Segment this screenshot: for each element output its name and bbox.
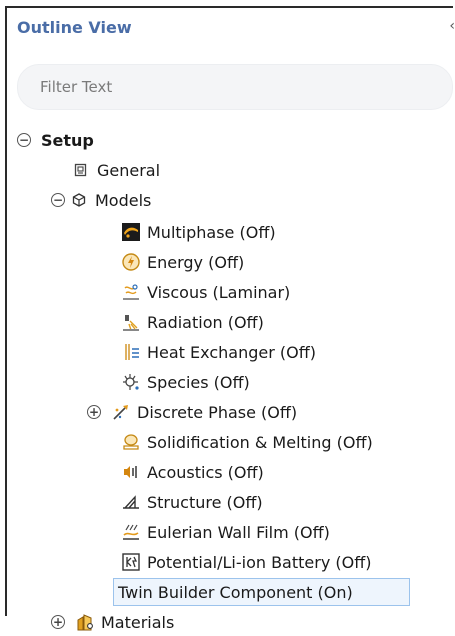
- tree-node-label[interactable]: Discrete Phase (Off): [137, 403, 297, 422]
- tree-node-solidification-melting[interactable]: Solidification & Melting (Off): [121, 428, 373, 456]
- species-icon: [121, 372, 141, 392]
- tree-node-species[interactable]: Species (Off): [121, 368, 250, 396]
- tree-node-structure[interactable]: Structure (Off): [121, 488, 263, 516]
- energy-icon: [121, 252, 141, 272]
- general-icon: [71, 160, 91, 180]
- filter-input[interactable]: [17, 64, 453, 110]
- tree-node-label[interactable]: Setup: [41, 131, 94, 150]
- acoustics-icon: [121, 462, 141, 482]
- models-icon: [69, 190, 89, 210]
- eulerian-wall-film-icon: [121, 522, 141, 542]
- tree-node-eulerian-wall-film[interactable]: Eulerian Wall Film (Off): [121, 518, 330, 546]
- expand-toggle-icon[interactable]: +: [87, 405, 101, 419]
- tree-node-label[interactable]: Structure (Off): [147, 493, 263, 512]
- tree-node-label[interactable]: Eulerian Wall Film (Off): [147, 523, 330, 542]
- collapse-panel-icon[interactable]: ‹: [449, 18, 455, 34]
- tree-node-viscous[interactable]: Viscous (Laminar): [121, 278, 290, 306]
- tree-node-label[interactable]: Multiphase (Off): [147, 223, 276, 242]
- tree-node-label[interactable]: General: [97, 161, 160, 180]
- tree-node-energy[interactable]: Energy (Off): [121, 248, 244, 276]
- tree-node-heat-exchanger[interactable]: Heat Exchanger (Off): [121, 338, 316, 366]
- tree-node-setup[interactable]: − Setup: [17, 126, 94, 154]
- expand-toggle-icon[interactable]: +: [51, 615, 65, 629]
- tree-node-models[interactable]: − Models: [51, 186, 151, 214]
- tree-node-label[interactable]: Twin Builder Component (On): [118, 583, 353, 602]
- collapse-toggle-icon[interactable]: −: [51, 193, 65, 207]
- tree-node-label[interactable]: Radiation (Off): [147, 313, 264, 332]
- discrete-phase-icon: [111, 402, 131, 422]
- viscous-icon: [121, 282, 141, 302]
- tree-node-battery[interactable]: Potential/Li-ion Battery (Off): [121, 548, 371, 576]
- tree-node-label[interactable]: Species (Off): [147, 373, 250, 392]
- outline-view-panel: Outline View ‹ − Setup General − Models: [5, 6, 455, 632]
- tree-node-label[interactable]: Energy (Off): [147, 253, 244, 272]
- radiation-icon: [121, 312, 141, 332]
- tree-node-label[interactable]: Acoustics (Off): [147, 463, 264, 482]
- structure-icon: [121, 492, 141, 512]
- tree-node-twin-builder-component[interactable]: Twin Builder Component (On): [113, 578, 410, 606]
- solidification-icon: [121, 432, 141, 452]
- multiphase-icon: [121, 222, 141, 242]
- tree-node-label[interactable]: Models: [95, 191, 151, 210]
- tree-node-label[interactable]: Heat Exchanger (Off): [147, 343, 316, 362]
- tree-node-label[interactable]: Viscous (Laminar): [147, 283, 290, 302]
- tree-node-materials[interactable]: + Materials: [51, 608, 174, 636]
- tree-node-label[interactable]: Solidification & Melting (Off): [147, 433, 373, 452]
- tree-node-acoustics[interactable]: Acoustics (Off): [121, 458, 264, 486]
- heat-exchanger-icon: [121, 342, 141, 362]
- materials-icon: [75, 612, 95, 632]
- panel-title: Outline View: [17, 18, 132, 37]
- tree-node-radiation[interactable]: Radiation (Off): [121, 308, 264, 336]
- tree-node-label[interactable]: Materials: [101, 613, 174, 632]
- tree-node-discrete-phase[interactable]: + Discrete Phase (Off): [87, 398, 297, 426]
- battery-icon: [121, 552, 141, 572]
- collapse-toggle-icon[interactable]: −: [17, 133, 31, 147]
- tree-node-multiphase[interactable]: Multiphase (Off): [121, 218, 276, 246]
- tree-node-label[interactable]: Potential/Li-ion Battery (Off): [147, 553, 371, 572]
- tree-node-general[interactable]: General: [71, 156, 160, 184]
